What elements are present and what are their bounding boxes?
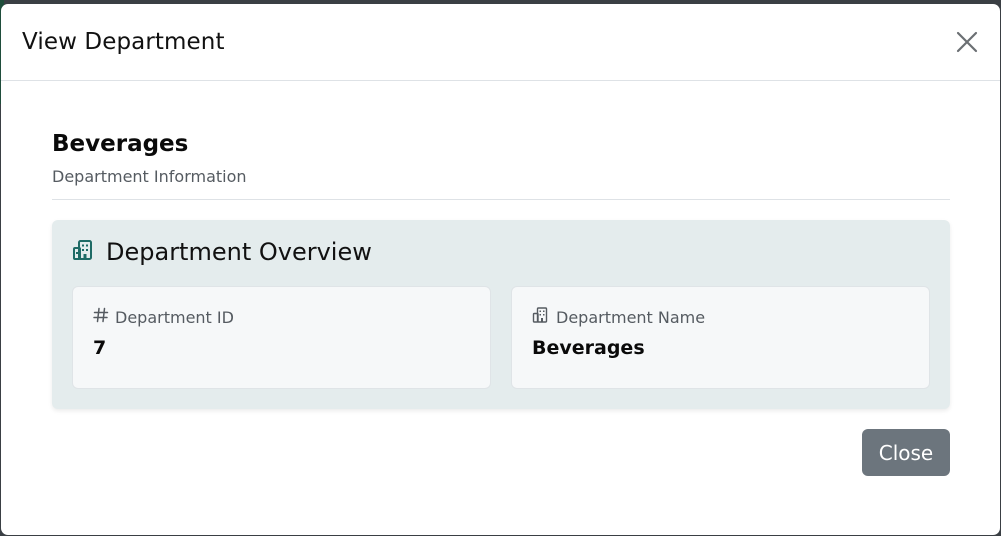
building-icon [532, 307, 550, 327]
card-label: Department ID [93, 307, 470, 327]
department-id-label: Department ID [115, 307, 234, 327]
modal-title: View Department [22, 29, 225, 55]
department-id-value: 7 [93, 337, 107, 359]
department-overview-panel: Department Overview Department ID 7 Depa… [52, 220, 950, 409]
close-button[interactable]: Close [862, 429, 950, 476]
view-department-modal: View Department Beverages Department Inf… [1, 4, 1000, 535]
modal-body: Beverages Department Information Departm… [1, 81, 1000, 409]
modal-header: View Department [1, 4, 1000, 81]
department-id-card: Department ID 7 [72, 286, 491, 389]
department-name-card: Department Name Beverages [511, 286, 930, 389]
divider [52, 199, 950, 200]
building-icon [72, 239, 96, 265]
overview-cards: Department ID 7 Department Name Beverage… [72, 286, 930, 389]
department-name-heading: Beverages [52, 131, 189, 157]
modal-footer: Close [1, 409, 1000, 476]
close-icon[interactable] [952, 27, 982, 57]
overview-header: Department Overview [72, 238, 930, 266]
overview-title: Department Overview [106, 238, 372, 266]
department-subtitle: Department Information [52, 167, 247, 186]
card-label: Department Name [532, 307, 909, 327]
department-name-value: Beverages [532, 337, 645, 359]
hash-icon [93, 307, 109, 327]
department-name-label: Department Name [556, 307, 706, 327]
